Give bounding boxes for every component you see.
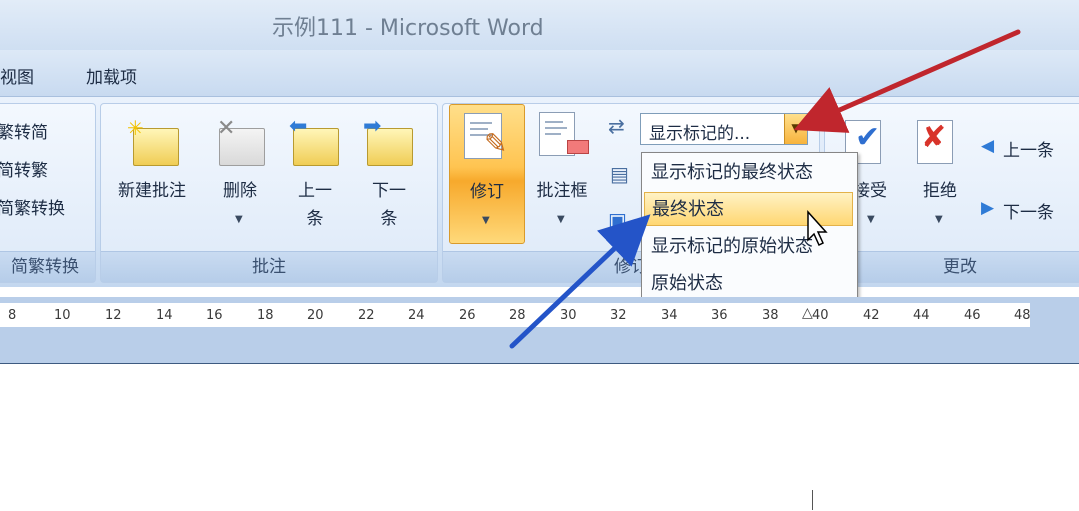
ruler-number: 36	[711, 308, 728, 323]
ruler-number: 14	[156, 308, 173, 323]
convert-button[interactable]: 简繁转换	[0, 194, 65, 219]
dropdown-option-original-showing-markup[interactable]: 显示标记的原始状态	[644, 230, 853, 264]
chevron-down-icon: ▼	[867, 214, 875, 225]
ruler-number: 18	[257, 308, 274, 323]
ruler-number: 24	[408, 308, 425, 323]
previous-label-2: 条	[306, 209, 324, 229]
dropdown-option-final-showing-markup[interactable]: 显示标记的最终状态	[644, 156, 853, 190]
previous-change-icon: ◀	[981, 136, 995, 156]
chevron-down-icon: ▼	[791, 121, 801, 135]
show-markup-icon[interactable]: ▤	[610, 162, 629, 186]
ruler-number: 8	[8, 308, 17, 323]
horizontal-ruler: 8 10 12 14 16 18 20 22 24 26 28 30 32 34…	[0, 297, 1079, 363]
ruler-number: 46	[964, 308, 981, 323]
track-changes-button[interactable]: ✎ 修订 ▼	[449, 104, 525, 244]
ruler-number: 20	[307, 308, 324, 323]
ruler-number: 16	[206, 308, 223, 323]
ruler-number: 44	[913, 308, 930, 323]
ruler-number: 28	[509, 308, 526, 323]
group-comments: ✳ 新建批注 ✕ 删除 ▼ ⬅ 上一 条 ➡ 下一 条 批注	[100, 103, 438, 283]
next-change-button[interactable]: ▶ 下一条	[979, 196, 1079, 224]
next-change-label: 下一条	[1003, 203, 1054, 223]
combo-dropdown-button[interactable]: ▼	[784, 114, 807, 144]
balloon-marker-icon	[567, 140, 589, 154]
dropdown-option-final[interactable]: 最终状态	[644, 192, 853, 226]
arrow-left-icon: ⬅	[289, 114, 308, 139]
right-indent-marker-icon[interactable]: △	[802, 305, 813, 321]
dropdown-option-original[interactable]: 原始状态	[644, 267, 853, 301]
window-title: 示例111 - Microsoft Word	[272, 16, 544, 41]
balloons-button[interactable]: 批注框 ▼	[527, 104, 597, 242]
group-chinese-conversion: 繁转简 简转繁 简繁转换 简繁转换	[0, 103, 96, 283]
checkmark-icon: ✔	[855, 120, 881, 155]
ruler-number: 30	[560, 308, 577, 323]
ruler-number: 38	[762, 308, 779, 323]
new-comment-button[interactable]: ✳ 新建批注	[107, 110, 197, 230]
ruler-number: 26	[459, 308, 476, 323]
group-label-chinese: 简繁转换	[0, 251, 95, 282]
x-icon: ✕	[217, 116, 236, 141]
sparkle-icon: ✳	[127, 116, 144, 140]
to-traditional-button[interactable]: 简转繁	[0, 156, 48, 181]
title-bar: 示例111 - Microsoft Word	[0, 0, 1079, 50]
chevron-down-icon: ▼	[557, 214, 565, 225]
delete-label: 删除	[223, 181, 257, 201]
group-label-comments: 批注	[101, 251, 437, 282]
ruler-number: 10	[54, 308, 71, 323]
document-area[interactable]	[0, 363, 1079, 511]
track-changes-label: 修订	[470, 182, 504, 202]
chevron-down-icon: ▼	[235, 214, 243, 225]
chevron-down-icon: ▼	[935, 214, 943, 225]
display-dropdown-menu: 显示标记的最终状态 最终状态 显示标记的原始状态 原始状态	[641, 152, 858, 306]
reject-button[interactable]: ✘ 拒绝 ▼	[907, 110, 973, 240]
tab-view[interactable]: 视图	[0, 63, 34, 88]
ruler-number: 12	[105, 308, 122, 323]
ruler-number: 42	[863, 308, 880, 323]
delete-comment-button[interactable]: ✕ 删除 ▼	[209, 110, 271, 240]
cross-icon: ✘	[921, 120, 947, 155]
text-cursor	[812, 490, 813, 510]
next-label-2: 条	[380, 209, 398, 229]
chevron-down-icon: ▼	[482, 215, 490, 226]
ruler-number: 32	[610, 308, 627, 323]
next-change-icon: ▶	[981, 198, 995, 218]
ruler-strip: 8 10 12 14 16 18 20 22 24 26 28 30 32 34…	[0, 303, 1031, 327]
reviewing-pane-icon[interactable]: ▣	[608, 208, 627, 232]
display-for-review-icon[interactable]: ⇄	[608, 114, 625, 138]
ruler-number: 34	[661, 308, 678, 323]
to-simplified-button[interactable]: 繁转简	[0, 118, 48, 143]
pencil-icon: ✎	[484, 127, 508, 160]
ruler-number: 22	[358, 308, 375, 323]
previous-comment-button[interactable]: ⬅ 上一 条	[283, 110, 347, 240]
ruler-number: 40	[812, 308, 829, 323]
new-comment-label: 新建批注	[118, 181, 186, 201]
previous-change-label: 上一条	[1003, 141, 1054, 161]
group-label-changes: 更改	[825, 251, 1079, 282]
previous-change-button[interactable]: ◀ 上一条	[979, 134, 1079, 162]
next-label-1: 下一	[372, 181, 406, 201]
reject-label: 拒绝	[923, 181, 957, 201]
previous-label-1: 上一	[298, 181, 332, 201]
ruler-number: 48	[1014, 308, 1031, 323]
ribbon-tab-bar: 视图 加载项	[0, 50, 1079, 97]
display-for-review-combo[interactable]: 显示标记的... ▼	[640, 113, 808, 145]
next-comment-button[interactable]: ➡ 下一 条	[357, 110, 421, 240]
arrow-right-icon: ➡	[363, 114, 382, 139]
group-changes: ✔ 接受 ▼ ✘ 拒绝 ▼ ◀ 上一条 ▶ 下一条 更改	[824, 103, 1079, 283]
tab-addins[interactable]: 加载项	[86, 63, 137, 88]
balloons-label: 批注框	[536, 181, 588, 201]
display-combo-value: 显示标记的...	[649, 124, 751, 144]
